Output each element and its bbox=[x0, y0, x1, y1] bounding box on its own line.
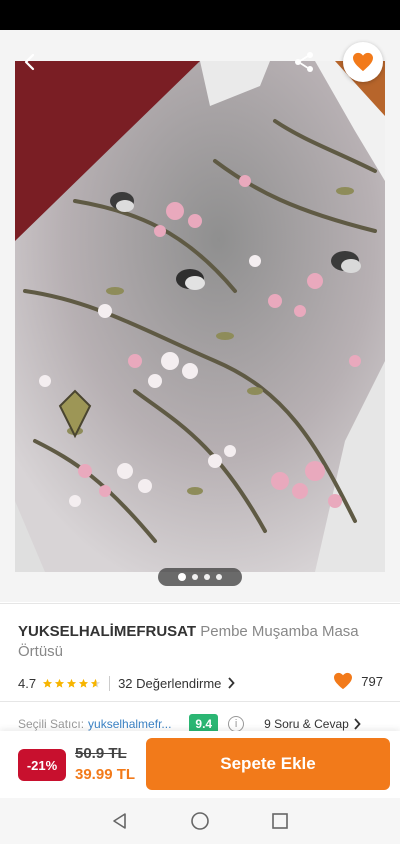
star-icon bbox=[42, 678, 53, 688]
pagination-dot[interactable] bbox=[216, 574, 222, 580]
share-button[interactable] bbox=[287, 46, 321, 78]
heart-icon bbox=[334, 672, 353, 690]
nav-back-button[interactable] bbox=[100, 801, 140, 841]
chevron-right-icon bbox=[354, 718, 361, 730]
info-icon[interactable]: i bbox=[228, 716, 245, 732]
share-icon bbox=[295, 52, 313, 72]
nav-recents-icon bbox=[272, 813, 288, 829]
reviews-label: 32 Değerlendirme bbox=[118, 675, 222, 691]
star-icon bbox=[78, 678, 89, 688]
chevron-right-icon bbox=[228, 677, 236, 689]
product-brand[interactable]: YUKSELHALİMEFRUSAT bbox=[18, 623, 196, 640]
old-price: 50.9 TL bbox=[75, 745, 127, 762]
discount-badge: -21% bbox=[18, 749, 66, 781]
pagination-dot[interactable] bbox=[192, 574, 198, 580]
nav-back-icon bbox=[113, 813, 126, 829]
heart-icon bbox=[353, 52, 373, 72]
divider bbox=[0, 701, 400, 702]
favorite-count-value: 797 bbox=[361, 673, 383, 689]
status-bar bbox=[0, 0, 400, 30]
nav-home-button[interactable] bbox=[180, 801, 220, 841]
add-to-cart-button[interactable]: Sepete Ekle bbox=[146, 738, 390, 790]
product-title: YUKSELHALİMEFRUSAT Pembe Muşamba Masa Ör… bbox=[18, 622, 383, 662]
rating-row: 4.7 32 Değerlendirme 797 bbox=[18, 672, 383, 694]
star-half-icon bbox=[90, 678, 101, 688]
seller-name-link[interactable]: yukselhalmefr... bbox=[88, 717, 171, 731]
checkout-bar: -21% 50.9 TL 39.99 TL Sepete Ekle bbox=[0, 731, 400, 798]
tablecloth-photo bbox=[15, 61, 385, 572]
nav-home-icon bbox=[191, 812, 209, 830]
favorite-button[interactable] bbox=[343, 42, 383, 82]
seller-label: Seçili Satıcı: bbox=[18, 717, 85, 731]
image-pagination[interactable] bbox=[158, 568, 242, 586]
rating-score: 4.7 bbox=[18, 675, 37, 691]
qa-link[interactable]: 9 Soru & Cevap bbox=[264, 717, 361, 731]
arrow-left-icon bbox=[24, 53, 35, 71]
divider bbox=[0, 603, 400, 604]
favorite-count: 797 bbox=[333, 672, 383, 690]
rating-stars bbox=[42, 678, 101, 689]
product-image-gallery[interactable] bbox=[0, 30, 400, 602]
pagination-dot[interactable] bbox=[204, 574, 210, 580]
pagination-dot-active[interactable] bbox=[178, 573, 186, 581]
star-icon bbox=[66, 678, 77, 688]
reviews-link[interactable]: 32 Değerlendirme bbox=[109, 675, 236, 691]
star-icon bbox=[54, 678, 65, 688]
system-nav-bar bbox=[0, 798, 400, 844]
qa-label: 9 Soru & Cevap bbox=[264, 717, 349, 731]
nav-recents-button[interactable] bbox=[260, 801, 300, 841]
current-price: 39.99 TL bbox=[75, 766, 136, 783]
back-button[interactable] bbox=[10, 46, 50, 78]
product-image[interactable] bbox=[15, 61, 385, 572]
